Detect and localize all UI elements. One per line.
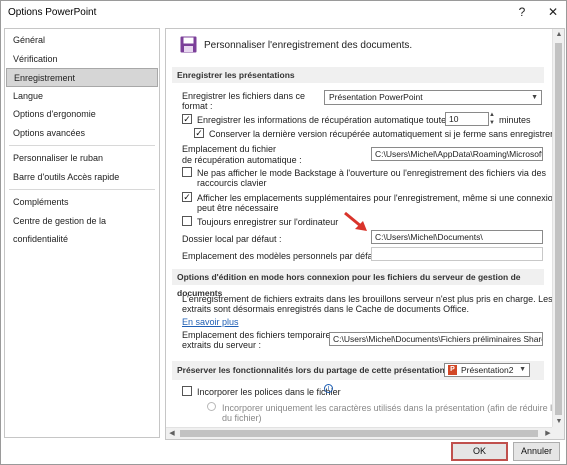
scroll-left-icon[interactable]: ◀ [166, 428, 178, 439]
presentation-select[interactable]: P Présentation2 ▼ [444, 363, 530, 377]
autorecover-location-label: Emplacement du fichier [182, 144, 277, 154]
ok-button[interactable]: OK [451, 442, 508, 461]
chevron-down-icon: ▼ [519, 366, 526, 373]
embed-fonts-label: Incorporer les polices dans le fichier [197, 387, 341, 397]
sidebar-divider [9, 189, 155, 190]
templates-location-input[interactable] [371, 247, 543, 261]
offline-info-text-line2: extraits sont désormais enregistrés dans… [182, 304, 469, 314]
autorecover-checkbox[interactable]: ✓ [182, 114, 192, 124]
show-locations-label: Afficher les emplacements supplémentaire… [197, 193, 558, 203]
backstage-label: Ne pas afficher le mode Backstage à l'ou… [197, 168, 546, 178]
embed-fonts-checkbox[interactable] [182, 386, 192, 396]
sidebar-item-save[interactable]: Enregistrement [6, 68, 158, 87]
keep-last-version-checkbox[interactable]: ✓ [194, 128, 204, 138]
backstage-checkbox[interactable] [182, 167, 192, 177]
autorecover-minutes-input[interactable]: 10 [445, 112, 489, 126]
sidebar-item-trust-center[interactable]: Centre de gestion de la confidentialité [5, 212, 159, 244]
backstage-label-line2: raccourcis clavier [197, 178, 267, 188]
vertical-scroll-thumb[interactable] [555, 43, 562, 415]
learn-more-link[interactable]: En savoir plus [182, 317, 239, 327]
offline-info-text: L'enregistrement de fichiers extraits da… [182, 294, 565, 304]
autorecover-path-input[interactable]: C:\Users\Michel\AppData\Roaming\Microsof… [371, 147, 543, 161]
preserve-fidelity-title: Préserver les fonctionnalités lors du pa… [177, 365, 451, 375]
temp-files-input[interactable]: C:\Users\Michel\Documents\Fichiers préli… [329, 332, 543, 346]
show-locations-checkbox[interactable]: ✓ [182, 192, 192, 202]
sidebar-item-ease-of-access[interactable]: Options d'ergonomie [5, 105, 159, 124]
sidebar-item-proofing[interactable]: Vérification [5, 50, 159, 69]
title-bar: Options PowerPoint ? ✕ [1, 1, 566, 23]
horizontal-scrollbar[interactable]: ◀ ▶ [166, 427, 554, 439]
cancel-button[interactable]: Annuler [513, 442, 560, 461]
minutes-spinner-icon[interactable]: ▲ ▼ [489, 111, 495, 127]
red-arrow-icon [344, 211, 367, 231]
sidebar-item-language[interactable]: Langue [5, 87, 159, 106]
sidebar-item-add-ins[interactable]: Compléments [5, 193, 159, 212]
local-folder-label: Dossier local par défaut : [182, 234, 282, 244]
horizontal-scroll-thumb[interactable] [180, 430, 538, 437]
embed-used-only-label: Incorporer uniquement les caractères uti… [222, 403, 565, 413]
help-button[interactable]: ? [514, 4, 530, 20]
temp-files-label-line2: extraits du serveur : [182, 340, 262, 350]
sidebar-item-customize-ribbon[interactable]: Personnaliser le ruban [5, 149, 159, 168]
scrollbar-corner [552, 427, 564, 439]
sidebar-item-quick-access-toolbar[interactable]: Barre d'outils Accès rapide [5, 168, 159, 187]
page-title: Personnaliser l'enregistrement des docum… [204, 40, 413, 51]
always-save-computer-checkbox[interactable] [182, 216, 192, 226]
format-label: Enregistrer les fichiers dans ce [182, 91, 306, 101]
section-save-presentations: Enregistrer les présentations [172, 67, 544, 83]
window-title: Options PowerPoint [8, 7, 97, 18]
autorecover-label: Enregistrer les informations de récupéra… [197, 115, 465, 125]
vertical-scrollbar[interactable]: ▲ ▼ [552, 29, 564, 428]
sidebar-item-advanced[interactable]: Options avancées [5, 124, 159, 143]
keep-last-version-label: Conserver la dernière version récupérée … [209, 129, 554, 139]
templates-location-label: Emplacement des modèles personnels par d… [182, 251, 386, 261]
embed-used-only-label-line2: du fichier) [222, 413, 262, 423]
section-offline-editing: Options d'édition en mode hors connexion… [172, 269, 544, 298]
show-locations-label-line2: peut être nécessaire [197, 203, 279, 213]
file-format-value: Présentation PowerPoint [329, 92, 423, 102]
close-button[interactable]: ✕ [545, 4, 561, 20]
always-save-computer-label: Toujours enregistrer sur l'ordinateur [197, 217, 339, 227]
settings-panel: Personnaliser l'enregistrement des docum… [165, 28, 565, 440]
powerpoint-icon: P [448, 365, 457, 375]
info-icon[interactable]: i [324, 384, 333, 393]
minutes-label: minutes [499, 115, 531, 125]
options-dialog: Options PowerPoint ? ✕ Général Vérificat… [0, 0, 567, 465]
presentation-select-value: Présentation2 [461, 365, 514, 375]
save-icon [180, 36, 197, 53]
temp-files-label: Emplacement des fichiers temporaires [182, 330, 336, 340]
chevron-down-icon: ▼ [531, 94, 538, 101]
category-sidebar: Général Vérification Enregistrement Lang… [4, 28, 160, 438]
format-label-line2: format : [182, 101, 213, 111]
file-format-select[interactable]: Présentation PowerPoint ▼ [324, 90, 542, 105]
scroll-up-icon[interactable]: ▲ [553, 29, 564, 41]
embed-used-only-radio[interactable] [207, 402, 216, 411]
local-folder-input[interactable]: C:\Users\Michel\Documents\ [371, 230, 543, 244]
autorecover-location-label-line2: de récupération automatique : [182, 155, 302, 165]
sidebar-item-general[interactable]: Général [5, 31, 159, 50]
sidebar-divider [9, 145, 155, 146]
